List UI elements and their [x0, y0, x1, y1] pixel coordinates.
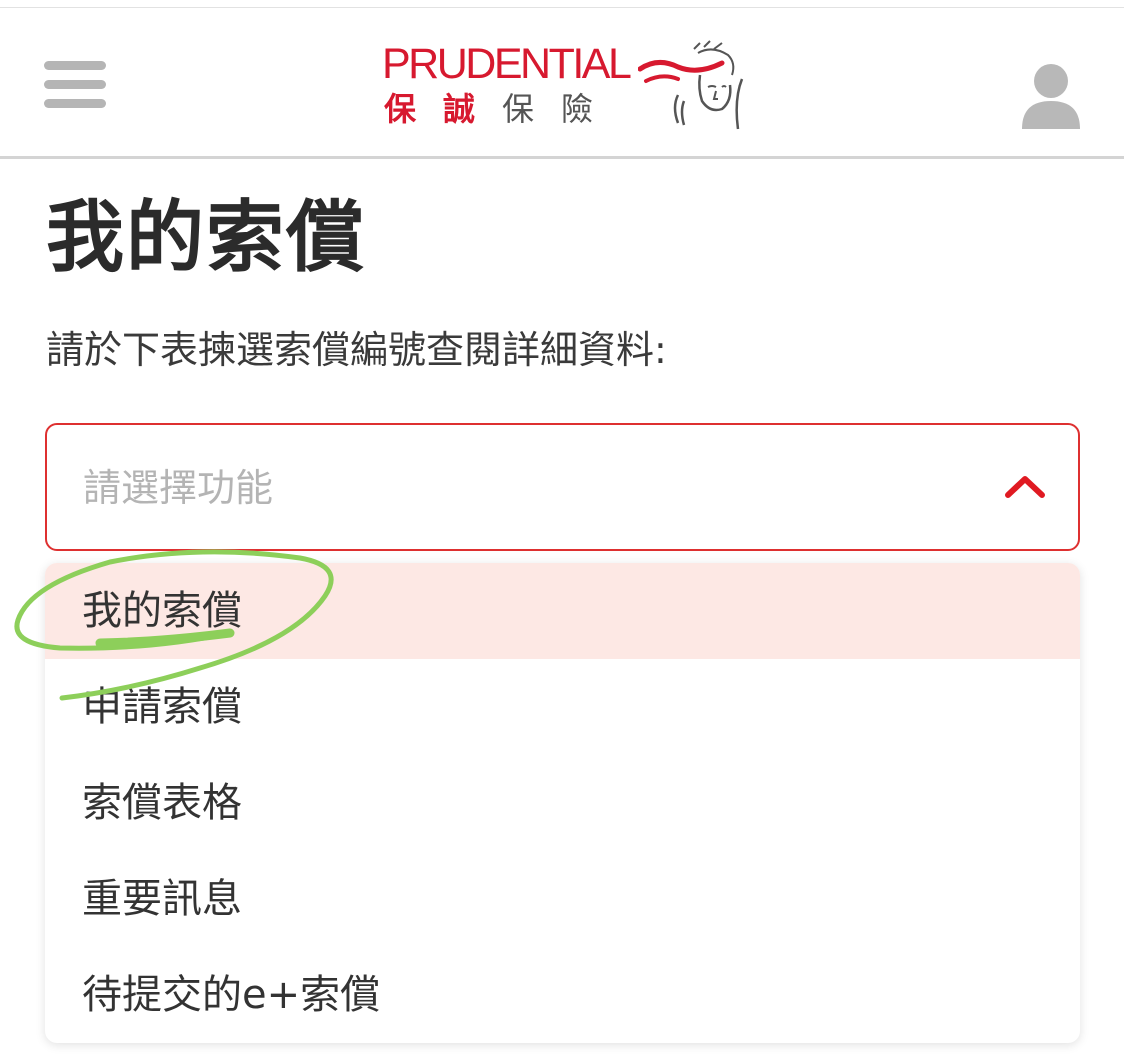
prudence-figure-icon: [638, 40, 744, 130]
logo-wordmark: PRUDENTIAL: [382, 40, 632, 88]
top-strip: [0, 0, 1124, 8]
logo-chinese-name: 保誠保險: [384, 89, 620, 129]
page-title: 我的索償: [46, 193, 367, 283]
select-placeholder: 請選擇功能: [83, 466, 274, 510]
chevron-up-icon[interactable]: [1002, 471, 1048, 501]
dropdown-menu: 我的索償 申請索償 索償表格 重要訊息 待提交的e+索償: [45, 563, 1080, 1043]
dropdown-option-claim-forms[interactable]: 索償表格: [45, 755, 1080, 851]
option-label: 索償表格: [82, 780, 242, 826]
dropdown-option-important-notice[interactable]: 重要訊息: [45, 851, 1080, 947]
dropdown-option-pending-eplus-claims[interactable]: 待提交的e+索償: [45, 947, 1080, 1043]
hamburger-menu-icon[interactable]: [44, 59, 108, 111]
option-label: 申請索償: [82, 684, 242, 730]
function-select[interactable]: 請選擇功能: [45, 423, 1080, 551]
logo-suffix-zh: 保險: [502, 90, 621, 128]
option-label: 重要訊息: [82, 876, 242, 922]
option-label: 我的索償: [82, 588, 242, 634]
instruction-text: 請於下表揀選索償編號查閱詳細資料:: [46, 328, 667, 372]
app-header: PRUDENTIAL 保誠保險: [0, 9, 1124, 159]
option-label: 待提交的e+索償: [82, 972, 381, 1018]
prudential-logo[interactable]: PRUDENTIAL 保誠保險: [380, 39, 750, 139]
menu-bar: [44, 80, 106, 89]
dropdown-option-my-claims[interactable]: 我的索償: [45, 563, 1080, 659]
menu-bar: [44, 99, 106, 108]
dropdown-option-apply-claim[interactable]: 申請索償: [45, 659, 1080, 755]
logo-brand-zh: 保誠: [384, 90, 503, 128]
user-profile-icon[interactable]: [1018, 59, 1084, 131]
menu-bar: [44, 61, 106, 70]
